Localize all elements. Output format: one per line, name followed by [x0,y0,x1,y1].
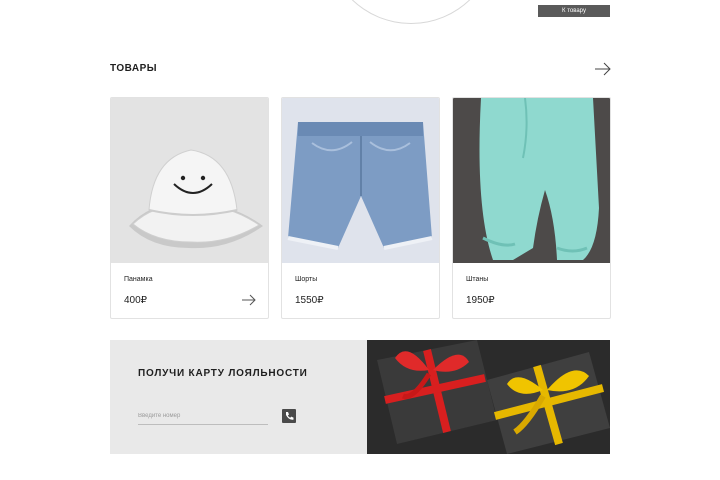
product-card[interactable]: Штаны 1950₽ [452,97,611,319]
phone-icon [286,412,294,420]
product-image-shorts [282,98,439,263]
product-card[interactable]: Панамка 400₽ [110,97,269,319]
product-image-hat [111,98,268,263]
product-name: Шорты [295,276,318,283]
gift-boxes-image [367,340,610,454]
to-product-button[interactable]: К товару [538,5,610,17]
arrow-right-icon[interactable] [594,62,612,76]
section-title: ТОВАРЫ [110,63,158,74]
arrow-right-icon[interactable] [241,294,257,306]
product-price: 1550₽ [295,295,324,306]
product-price: 1950₽ [466,295,495,306]
product-name: Штаны [466,276,489,283]
product-name: Панамка [124,276,153,283]
product-image-pants [453,98,610,263]
product-price: 400₽ [124,295,148,306]
loyalty-banner: ПОЛУЧИ КАРТУ ЛОЯЛЬНОСТИ [110,340,610,454]
loyalty-title: ПОЛУЧИ КАРТУ ЛОЯЛЬНОСТИ [138,368,308,379]
phone-submit-button[interactable] [282,409,296,423]
product-card[interactable]: Шорты 1550₽ [281,97,440,319]
phone-input[interactable] [138,408,268,425]
hero-circle [325,0,497,24]
